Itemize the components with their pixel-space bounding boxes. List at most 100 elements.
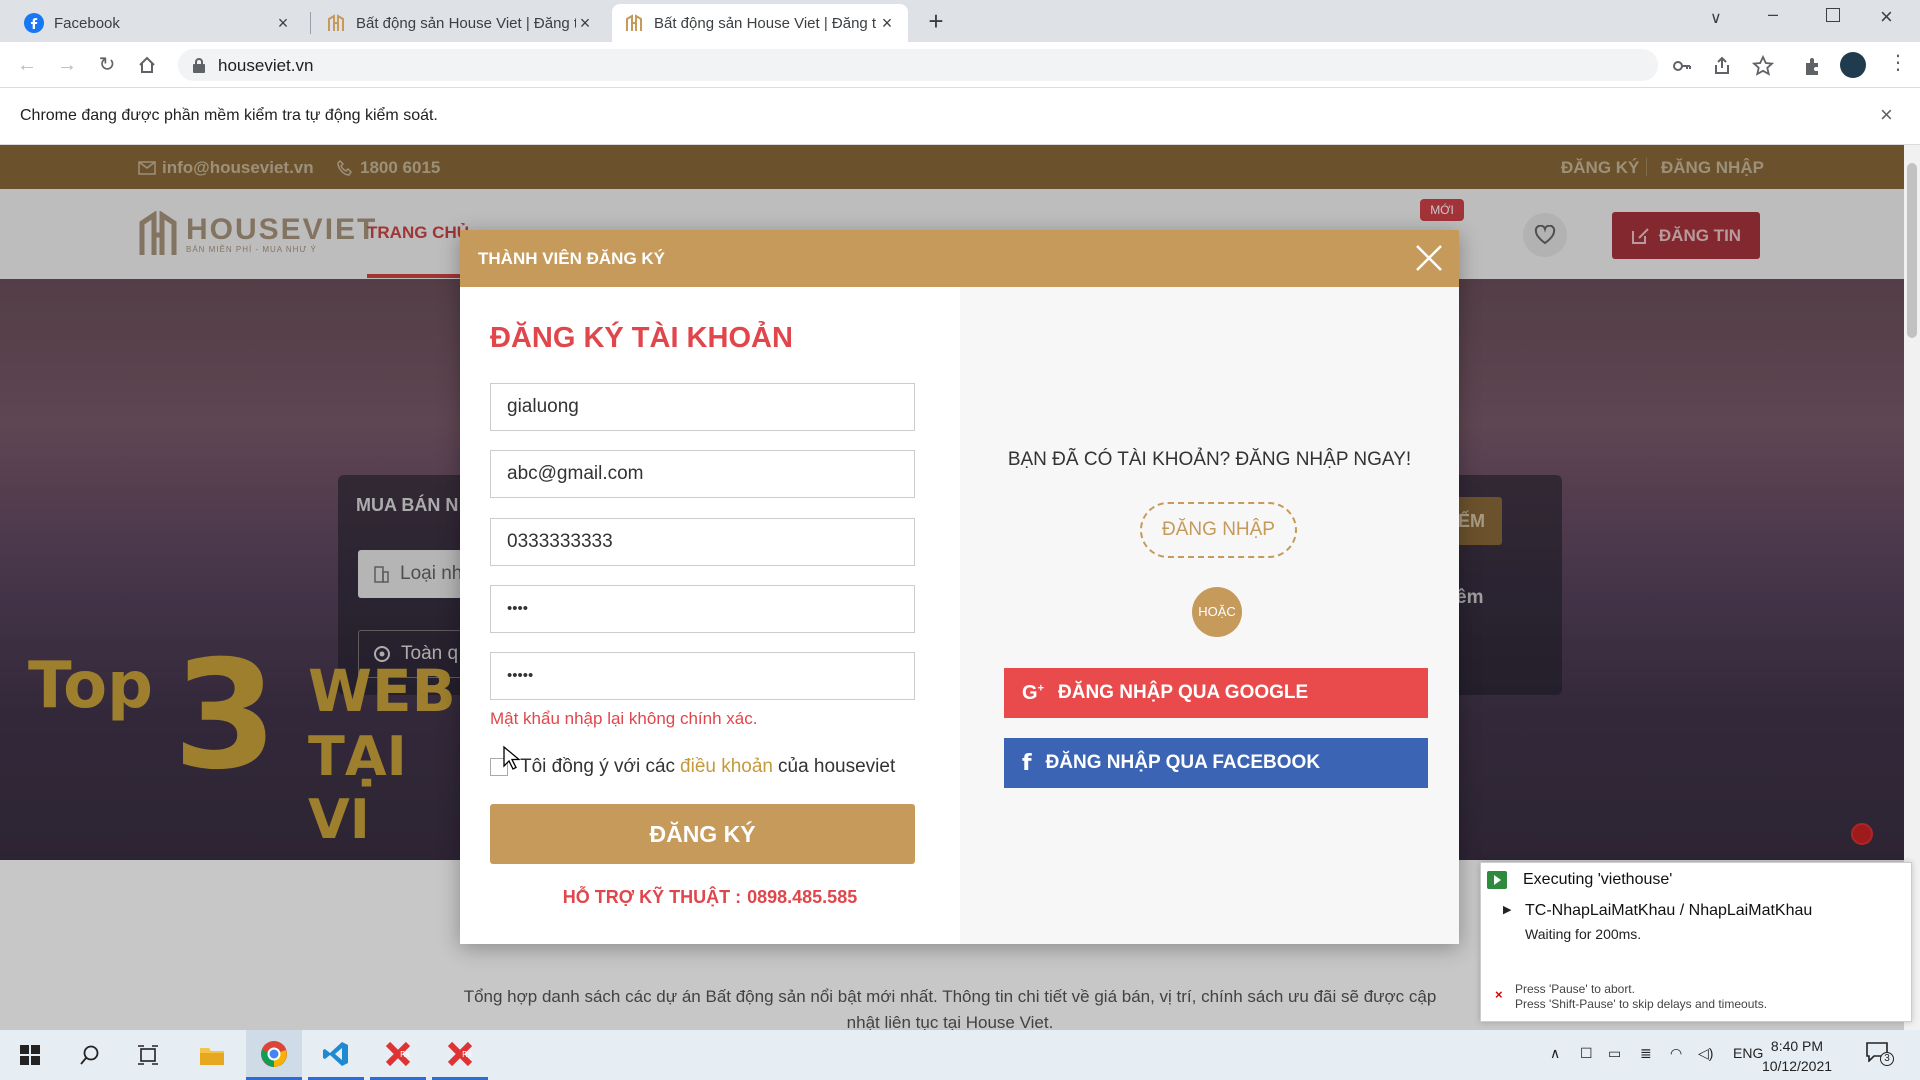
tab-bar: Facebook × Bất động sản House Viet | Đăn…: [0, 0, 1920, 42]
google-login-button[interactable]: G+ ĐĂNG NHẬP QUA GOOGLE: [1004, 668, 1428, 718]
chrome-taskbar-button[interactable]: [246, 1030, 302, 1080]
expand-arrow-icon[interactable]: ▶: [1503, 903, 1511, 916]
automation-status-panel: Executing 'viethouse' ▶ TC-NhapLaiMatKha…: [1480, 862, 1912, 1022]
url-text: houseviet.vn: [218, 56, 314, 75]
agree-prefix: Tôi đồng ý với các: [520, 756, 676, 777]
close-infobar-icon[interactable]: ×: [1880, 102, 1893, 128]
support-label: HỖ TRỢ KỸ THUẬT :: [562, 887, 742, 907]
minimize-window-icon[interactable]: –: [1768, 4, 1778, 25]
modal-header: THÀNH VIÊN ĐĂNG KÝ: [460, 230, 1459, 287]
google-login-label: ĐĂNG NHẬP QUA GOOGLE: [1058, 682, 1309, 703]
scrollbar-thumb[interactable]: [1907, 163, 1917, 338]
lock-icon: [193, 58, 205, 73]
tab-houseviet-active[interactable]: Bất động sản House Viet | Đăng t ×: [612, 4, 908, 42]
close-modal-icon[interactable]: [1411, 240, 1447, 276]
tab-facebook[interactable]: Facebook ×: [12, 4, 304, 42]
mouse-cursor-icon: [503, 745, 520, 770]
has-account-text: BẠN ĐÃ CÓ TÀI KHOẢN? ĐĂNG NHẬP NGAY!: [1007, 449, 1412, 470]
search-taskbar-button[interactable]: [62, 1030, 118, 1080]
run-icon: [1487, 871, 1507, 889]
register-form: ĐĂNG KÝ TÀI KHOẢN gialuong abc@gmail.com…: [460, 287, 960, 944]
katalon-taskbar-button-2[interactable]: Rx: [432, 1030, 488, 1080]
katalon-taskbar-button-1[interactable]: Rx: [370, 1030, 426, 1080]
restore-window-icon[interactable]: [1826, 8, 1840, 22]
support-phone[interactable]: 0898.485.585: [747, 887, 857, 907]
tab-title: Facebook: [54, 14, 120, 32]
password-mismatch-error: Mật khẩu nhập lại không chính xác.: [490, 709, 758, 728]
password-field[interactable]: ••••: [490, 585, 915, 633]
facebook-f-icon: f: [1022, 750, 1032, 776]
chrome-icon: [261, 1040, 287, 1067]
test-step: TC-NhapLaiMatKhau / NhapLaiMatKhau: [1525, 902, 1813, 919]
tab-search-chevron-icon[interactable]: ∨: [1710, 8, 1722, 28]
vscode-taskbar-button[interactable]: [308, 1030, 364, 1080]
windows-logo-icon: [20, 1045, 40, 1065]
share-icon[interactable]: [1712, 56, 1732, 76]
google-plus-icon: G+: [1022, 681, 1044, 704]
omnibox[interactable]: houseviet.vn: [178, 49, 1658, 81]
profile-avatar[interactable]: [1840, 52, 1866, 78]
clock-date: 10/12/2021: [1761, 1058, 1833, 1074]
meet-now-icon[interactable]: ☐: [1580, 1045, 1593, 1062]
confirm-password-field[interactable]: •••••: [490, 652, 915, 700]
terms-link[interactable]: điều khoản: [680, 756, 773, 778]
pause-hint: Press 'Pause' to abort.: [1515, 982, 1635, 996]
home-icon[interactable]: [132, 50, 162, 80]
browser-menu-icon[interactable]: ⋮: [1888, 50, 1908, 75]
address-bar: ← → ↻ houseviet.vn ⋮: [0, 42, 1920, 88]
close-tab-icon[interactable]: ×: [878, 14, 896, 32]
forward-icon[interactable]: →: [52, 50, 82, 80]
facebook-login-button[interactable]: f ĐĂNG NHẬP QUA FACEBOOK: [1004, 738, 1428, 788]
windows-taskbar: Rx Rx ∧ ☐ ▭ ≣ ◠ ◁) ENG 8:40 PM 10/12/202…: [0, 1030, 1920, 1080]
task-view-button[interactable]: [120, 1030, 176, 1080]
facebook-icon: [24, 13, 44, 33]
clock-time: 8:40 PM: [1770, 1038, 1824, 1054]
abort-icon: ×: [1495, 987, 1503, 1002]
notification-count-badge: 3: [1880, 1052, 1894, 1066]
automation-infobar: Chrome đang được phần mềm kiểm tra tự độ…: [0, 88, 1920, 145]
close-window-icon[interactable]: ×: [1880, 4, 1893, 30]
close-tab-icon[interactable]: ×: [274, 14, 292, 32]
bookmark-star-icon[interactable]: [1752, 55, 1774, 77]
agree-suffix: của houseviet: [778, 756, 896, 777]
katalon-recorder-icon: Rx: [447, 1041, 473, 1066]
username-field[interactable]: gialuong: [490, 383, 915, 431]
key-icon[interactable]: [1672, 56, 1692, 76]
volume-icon[interactable]: ◁): [1698, 1045, 1713, 1062]
houseviet-favicon-icon: [626, 14, 642, 31]
reload-icon[interactable]: ↻: [92, 50, 122, 80]
new-tab-button[interactable]: +: [922, 6, 950, 36]
katalon-recorder-icon: Rx: [385, 1041, 411, 1066]
folder-icon: [200, 1048, 224, 1065]
or-badge: HOẶC: [1192, 587, 1242, 637]
show-hidden-icons-chevron-icon[interactable]: ∧: [1550, 1045, 1560, 1062]
svg-text:Rx: Rx: [400, 1050, 411, 1059]
form-title: ĐĂNG KÝ TÀI KHOẢN: [490, 322, 793, 354]
facebook-login-label: ĐĂNG NHẬP QUA FACEBOOK: [1045, 752, 1321, 773]
notes-icon[interactable]: ≣: [1640, 1045, 1652, 1062]
houseviet-favicon-icon: [328, 14, 344, 31]
notification-center-button[interactable]: 3: [1866, 1042, 1896, 1068]
wait-status: Waiting for 200ms.: [1525, 926, 1642, 942]
terms-agreement: Tôi đồng ý với các điều khoản của housev…: [490, 756, 895, 778]
vscode-icon: [323, 1041, 348, 1066]
svg-text:Rx: Rx: [462, 1050, 473, 1059]
extensions-puzzle-icon[interactable]: [1802, 55, 1824, 77]
register-submit-button[interactable]: ĐĂNG KÝ: [490, 804, 915, 864]
back-icon[interactable]: ←: [12, 50, 42, 80]
battery-icon[interactable]: ▭: [1608, 1045, 1621, 1062]
file-explorer-button[interactable]: [184, 1030, 240, 1080]
close-tab-icon[interactable]: ×: [576, 14, 594, 32]
email-field[interactable]: abc@gmail.com: [490, 450, 915, 498]
login-options: BẠN ĐÃ CÓ TÀI KHOẢN? ĐĂNG NHẬP NGAY! ĐĂN…: [960, 287, 1459, 944]
login-button[interactable]: ĐĂNG NHẬP: [1140, 502, 1297, 558]
tech-support: HỖ TRỢ KỸ THUẬT :0898.485.585: [460, 887, 960, 908]
wifi-icon[interactable]: ◠: [1670, 1045, 1682, 1062]
tab-houseviet-1[interactable]: Bất động sản House Viet | Đăng t ×: [314, 4, 606, 42]
infobar-message: Chrome đang được phần mềm kiểm tra tự độ…: [20, 107, 438, 124]
modal-title: THÀNH VIÊN ĐĂNG KÝ: [478, 249, 666, 268]
phone-field[interactable]: 0333333333: [490, 518, 915, 566]
start-button[interactable]: [2, 1030, 58, 1080]
taskbar-clock[interactable]: 8:40 PM 10/12/2021: [1752, 1036, 1842, 1076]
executing-title: Executing 'viethouse': [1523, 871, 1673, 888]
